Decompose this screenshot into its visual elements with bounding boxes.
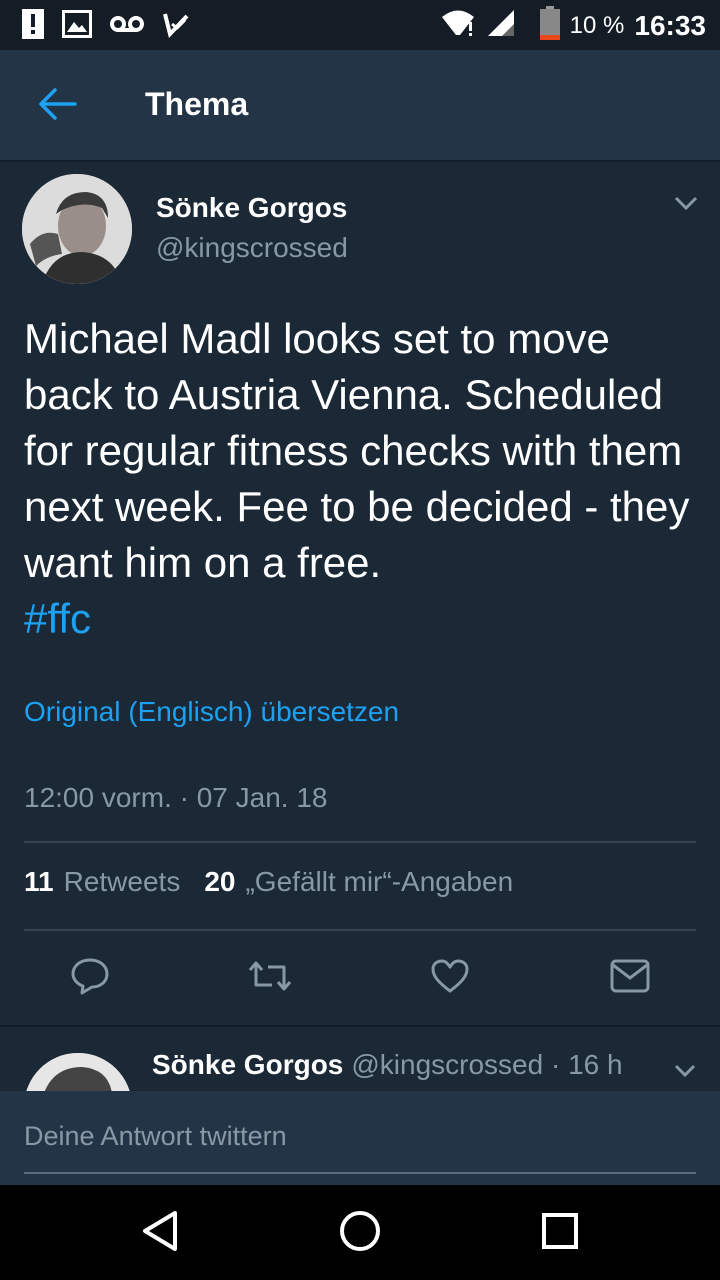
reply-button[interactable] (66, 954, 114, 1002)
square-recents-icon (540, 1211, 580, 1256)
back-button[interactable] (30, 82, 84, 130)
avatar[interactable] (24, 1053, 132, 1091)
like-button[interactable] (426, 954, 474, 1002)
wifi-icon (440, 8, 476, 43)
alert-icon (22, 9, 44, 44)
reply-tweet[interactable]: Sönke Gorgos @kingscrossed · 16 h (0, 1027, 720, 1091)
battery-icon (539, 6, 560, 45)
voicemail-icon (110, 14, 144, 39)
translate-link[interactable]: Original (Englisch) übersetzen (24, 696, 399, 728)
retweet-button[interactable] (246, 954, 294, 1002)
tweet-actions (0, 954, 720, 1006)
checkmark-icon (162, 10, 190, 43)
hashtag-link[interactable]: #ffc (24, 595, 91, 642)
timestamp: 12:00 vorm. · 07 Jan. 18 (24, 782, 328, 813)
nav-home-button[interactable] (334, 1207, 386, 1259)
nav-recents-button[interactable] (534, 1207, 586, 1259)
message-icon (610, 959, 650, 998)
author-name[interactable]: Sönke Gorgos (156, 192, 347, 224)
triangle-back-icon (139, 1209, 181, 1258)
notification-icons (22, 9, 190, 44)
tweet-body: Michael Madl looks set to move back to A… (24, 315, 690, 586)
signal-icon (486, 8, 516, 43)
tweet-menu-button[interactable] (666, 188, 706, 218)
status-bar: 10 % 16:33 (0, 0, 720, 50)
retweet-count: 11 (24, 866, 54, 897)
chevron-down-icon (668, 1064, 702, 1087)
reply-input[interactable]: Deine Antwort twittern (24, 1121, 287, 1152)
reply-author-name[interactable]: Sönke Gorgos (152, 1049, 343, 1080)
circle-home-icon (338, 1209, 382, 1258)
like-count: 20 (204, 866, 236, 897)
image-icon (62, 10, 92, 43)
author-handle[interactable]: @kingscrossed (156, 232, 348, 264)
retweet-label: Retweets (63, 866, 181, 897)
reply-menu-button[interactable] (668, 1057, 702, 1083)
divider (24, 929, 696, 931)
battery-percentage: 10 % (569, 11, 625, 39)
input-underline (24, 1172, 696, 1174)
arrow-left-icon (37, 87, 77, 126)
tweet-stats: 11 Retweets 20 „Gefällt mir“-Angaben (24, 866, 513, 898)
like-label: „Gefällt mir“-Angaben (245, 866, 514, 897)
app-bar: Thema (0, 50, 720, 162)
nav-back-button[interactable] (134, 1207, 186, 1259)
reply-header: Sönke Gorgos @kingscrossed · 16 h (152, 1049, 623, 1081)
tweet-text: Michael Madl looks set to move back to A… (24, 311, 704, 647)
clock: 16:33 (634, 9, 706, 41)
page-title: Thema (145, 86, 249, 122)
direct-message-button[interactable] (606, 954, 654, 1002)
reply-icon (70, 957, 110, 1000)
reply-compose-bar: Deine Antwort twittern (0, 1091, 720, 1185)
retweet-icon (246, 958, 294, 999)
like-stat[interactable]: 20 „Gefällt mir“-Angaben (204, 866, 513, 898)
heart-icon (430, 958, 470, 999)
reply-meta: @kingscrossed · 16 h (351, 1049, 623, 1080)
navigation-bar (0, 1185, 720, 1280)
avatar[interactable] (22, 174, 132, 284)
chevron-down-icon (666, 196, 706, 222)
system-icons: 10 % 16:33 (440, 6, 706, 45)
retweet-stat[interactable]: 11 Retweets (24, 866, 180, 898)
divider (24, 841, 696, 843)
